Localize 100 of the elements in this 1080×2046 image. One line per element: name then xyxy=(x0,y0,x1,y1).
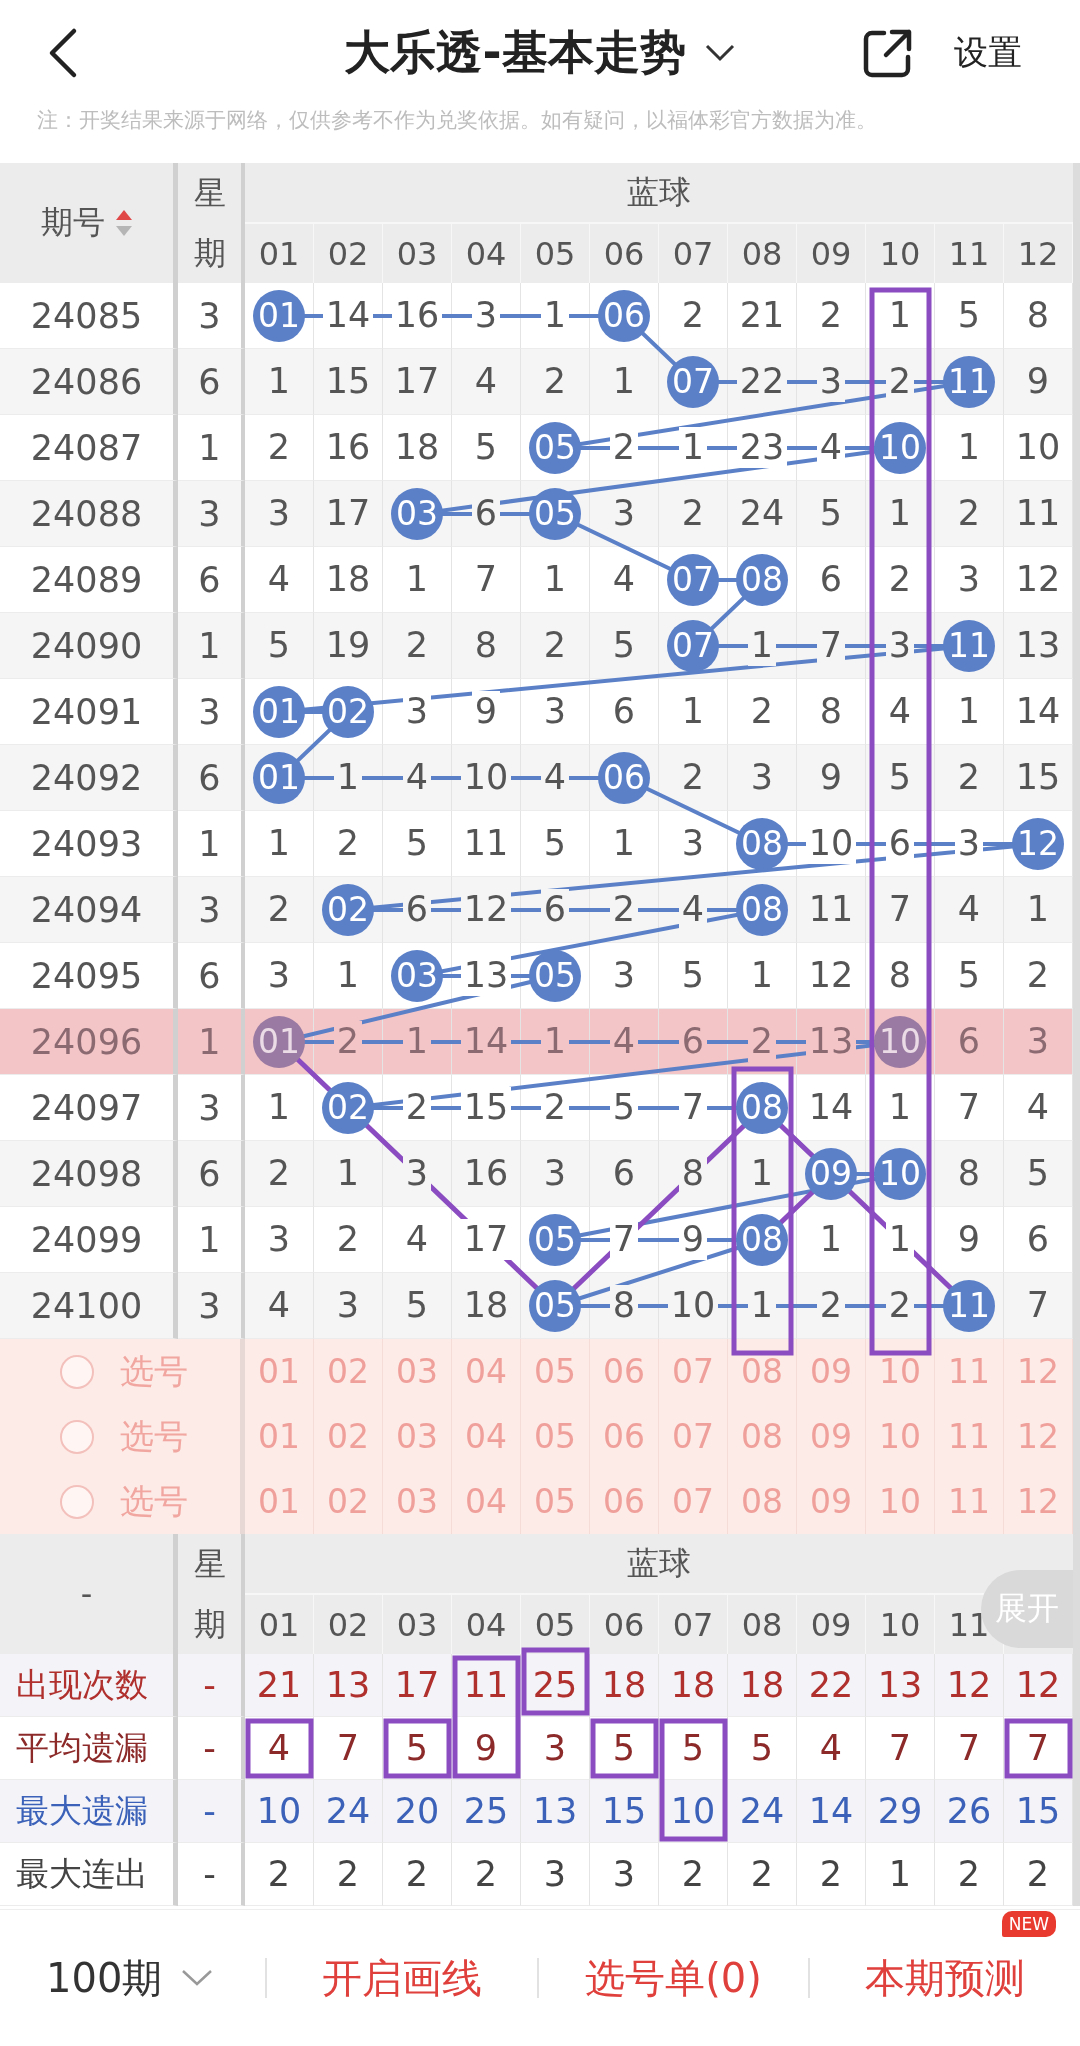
table-cell: 14 xyxy=(452,1009,521,1075)
table-cell: 4 xyxy=(935,877,1004,943)
settings-button[interactable]: 设置 xyxy=(954,29,1022,76)
stat-cell: 1 xyxy=(866,1843,935,1906)
table-row[interactable]: 24093 1 1 2 5 11 5 1 3 08 10 6 3 12 xyxy=(0,811,1080,877)
table-row[interactable]: 24088 3 3 17 03 6 05 3 2 24 5 1 2 11 xyxy=(0,481,1080,547)
table-cell: 16 xyxy=(383,283,452,349)
table-row[interactable]: 24090 1 5 19 2 8 2 5 07 1 7 3 11 13 xyxy=(0,613,1080,679)
table-row[interactable]: 24100 3 4 3 5 18 05 8 10 1 2 2 11 7 xyxy=(0,1273,1080,1339)
table-cell: 3 xyxy=(383,1141,452,1207)
pick-number[interactable]: 04 xyxy=(452,1339,521,1404)
pick-number[interactable]: 06 xyxy=(590,1339,659,1404)
pick-number[interactable]: 08 xyxy=(728,1404,797,1469)
pick-number[interactable]: 03 xyxy=(383,1404,452,1469)
table-cell: 6 xyxy=(659,1009,728,1075)
radio-icon[interactable] xyxy=(60,1484,94,1519)
table-row[interactable]: 24096 1 01 2 1 14 1 4 6 2 13 10 6 3 xyxy=(0,1009,1080,1075)
number-ball: 01 xyxy=(253,685,305,738)
chevron-icon[interactable] xyxy=(703,42,736,63)
table-cell: 3 xyxy=(935,811,1004,877)
number-ball: 07 xyxy=(667,553,719,606)
table-cell: 3 xyxy=(383,679,452,745)
table-cell: 4 xyxy=(452,349,521,415)
pick-number[interactable]: 10 xyxy=(866,1404,935,1469)
pick-number[interactable]: 08 xyxy=(728,1339,797,1404)
table-cell: 1 xyxy=(728,943,797,1009)
pick-option[interactable]: 选号 xyxy=(0,1339,245,1404)
pick-number[interactable]: 12 xyxy=(1004,1404,1073,1469)
pick-option[interactable]: 选号 xyxy=(0,1404,245,1469)
radio-icon[interactable] xyxy=(60,1354,94,1389)
action-button[interactable]: 选号单(0) xyxy=(585,1950,762,2006)
stat-label: 最大连出 xyxy=(0,1843,178,1906)
new-badge: NEW xyxy=(1001,1910,1056,1937)
table-row[interactable]: 24094 3 2 02 6 12 6 2 4 08 11 7 4 1 xyxy=(0,877,1080,943)
table-row[interactable]: 24086 6 1 15 17 4 2 1 07 22 3 2 11 9 xyxy=(0,349,1080,415)
sort-icon[interactable] xyxy=(114,208,133,238)
stat-cell: 12 xyxy=(935,1654,1004,1717)
table-cell: 1 xyxy=(659,679,728,745)
table-cell: 17 xyxy=(383,349,452,415)
table-cell: 5 xyxy=(245,613,314,679)
number-ball: 08 xyxy=(736,817,788,870)
table-row[interactable]: 24085 3 01 14 16 3 1 06 2 21 2 1 5 8 xyxy=(0,283,1080,349)
table-cell: 6 xyxy=(383,877,452,943)
action-button[interactable]: 开启画线 xyxy=(321,1950,482,2006)
table-cell: 2 xyxy=(797,1273,866,1339)
table-row[interactable]: 24097 3 1 02 2 15 2 5 7 08 14 1 7 4 xyxy=(0,1075,1080,1141)
stat-cell: 25 xyxy=(452,1780,521,1843)
stat-cell: 2 xyxy=(935,1843,1004,1906)
table-row[interactable]: 24095 6 3 1 03 13 05 3 5 1 12 8 5 2 xyxy=(0,943,1080,1009)
table-row[interactable]: 24092 6 01 1 4 10 4 06 2 3 9 5 2 15 xyxy=(0,745,1080,811)
table-cell: 13 xyxy=(1004,613,1073,679)
table-row[interactable]: 24091 3 01 02 3 9 3 6 1 2 8 4 1 14 xyxy=(0,679,1080,745)
table-cell: 18 xyxy=(452,1273,521,1339)
pick-number[interactable]: 04 xyxy=(452,1404,521,1469)
pick-number[interactable]: 09 xyxy=(797,1404,866,1469)
pick-number[interactable]: 03 xyxy=(383,1339,452,1404)
table-cell: 5 xyxy=(590,1075,659,1141)
number-ball: 05 xyxy=(529,1279,581,1332)
pick-number[interactable]: 05 xyxy=(521,1404,590,1469)
pick-number[interactable]: 10 xyxy=(866,1339,935,1404)
table-cell: 2 xyxy=(314,1009,383,1075)
table-cell: 1 xyxy=(866,1075,935,1141)
column-header[interactable]: 期号 xyxy=(40,201,105,245)
table-cell: 14 xyxy=(314,283,383,349)
radio-icon[interactable] xyxy=(60,1419,94,1454)
table-cell: 7 xyxy=(659,1075,728,1141)
pick-number[interactable]: 05 xyxy=(521,1339,590,1404)
table-cell: 2 xyxy=(245,1141,314,1207)
number-ball: 12 xyxy=(1012,817,1064,870)
number-ball: 08 xyxy=(736,1081,788,1134)
pick-number[interactable]: 12 xyxy=(1004,1339,1073,1404)
table-cell: 7 xyxy=(866,877,935,943)
table-cell: 1 xyxy=(245,811,314,877)
table-cell: 1 xyxy=(521,547,590,613)
table-cell: 5 xyxy=(866,745,935,811)
number-ball: 05 xyxy=(529,1213,581,1266)
stat-cell: 15 xyxy=(1004,1780,1073,1843)
pick-number[interactable]: 09 xyxy=(797,1339,866,1404)
table-cell: 3 xyxy=(521,679,590,745)
pick-number[interactable]: 07 xyxy=(659,1404,728,1469)
pick-number[interactable]: 07 xyxy=(659,1339,728,1404)
period-dropdown[interactable]: 100期 xyxy=(0,1950,265,2006)
table-row[interactable]: 24089 6 4 18 1 7 1 4 07 08 6 2 3 12 xyxy=(0,547,1080,613)
pick-number[interactable]: 11 xyxy=(935,1404,1004,1469)
pick-number[interactable]: 11 xyxy=(935,1339,1004,1404)
table-cell: 1 xyxy=(521,283,590,349)
table-cell: 18 xyxy=(314,547,383,613)
stat-cell: 13 xyxy=(521,1780,590,1843)
table-cell: 13 xyxy=(452,943,521,1009)
table-cell: 4 xyxy=(590,1009,659,1075)
pick-number[interactable]: 06 xyxy=(590,1404,659,1469)
pick-number[interactable]: 02 xyxy=(314,1339,383,1404)
table-row[interactable]: 24087 1 2 16 18 5 05 2 1 23 4 10 1 10 xyxy=(0,415,1080,481)
table-cell: 9 xyxy=(1004,349,1073,415)
pick-number[interactable]: 01 xyxy=(241,1339,314,1404)
pick-number[interactable]: 01 xyxy=(241,1404,314,1469)
table-cell: 4 xyxy=(866,679,935,745)
pick-number[interactable]: 02 xyxy=(314,1404,383,1469)
action-button[interactable]: 本期预测 xyxy=(865,1950,1026,2006)
table-cell: 2 xyxy=(383,1075,452,1141)
